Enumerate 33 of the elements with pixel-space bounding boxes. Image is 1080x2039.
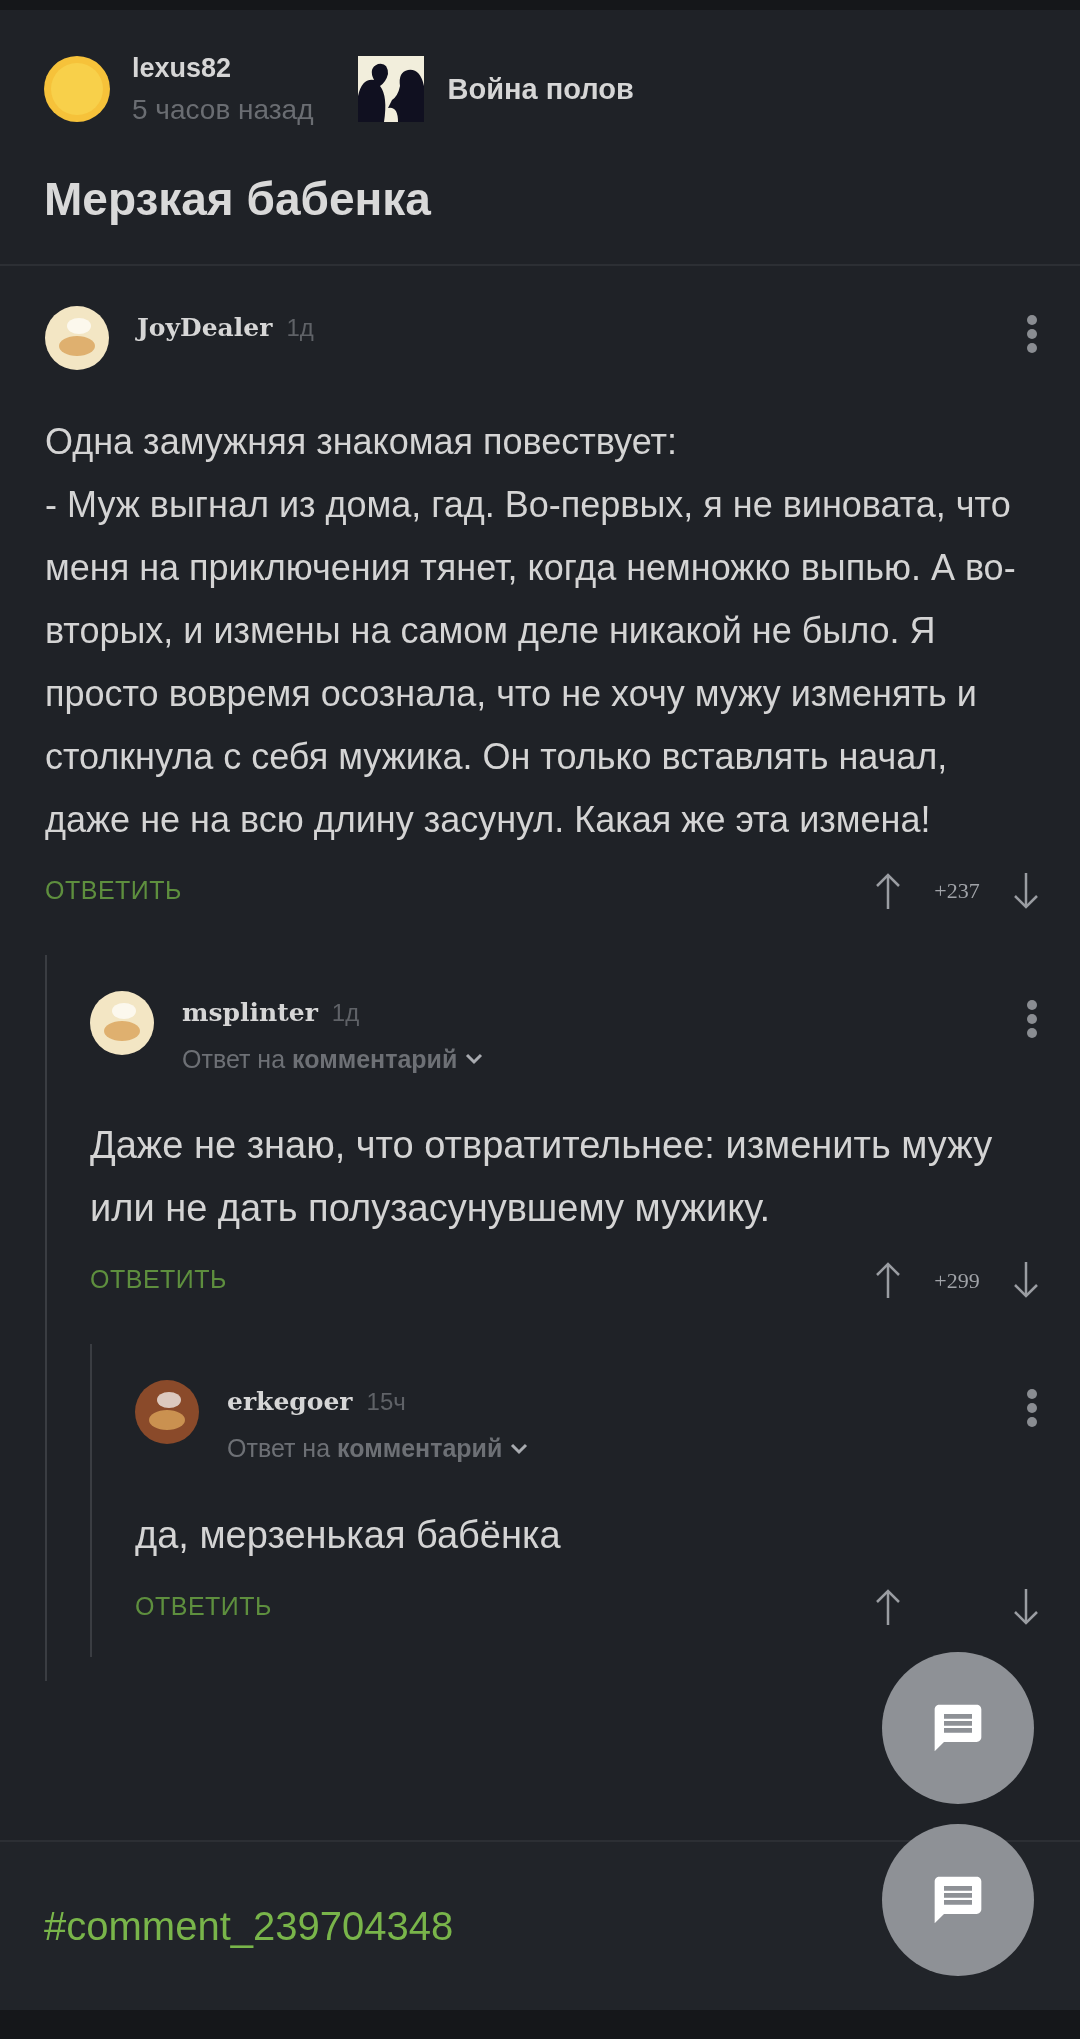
username[interactable]: msplinter bbox=[182, 993, 318, 1032]
comment-text: да, мерзенькая бабёнка bbox=[135, 1512, 562, 1558]
chevron-icon bbox=[510, 1442, 529, 1455]
post-title: Мерзкая бабенка bbox=[43, 171, 432, 227]
avatar bbox=[44, 56, 110, 123]
comment-time: 1д bbox=[331, 997, 360, 1028]
upvote-icon[interactable] bbox=[874, 1587, 902, 1626]
upvote-icon[interactable] bbox=[874, 871, 902, 910]
downvote-icon[interactable] bbox=[1012, 871, 1040, 910]
comment-time: 15ч bbox=[366, 1387, 406, 1417]
reply-to-link[interactable]: Ответ на комментарий bbox=[182, 1040, 1026, 1078]
downvote-icon[interactable] bbox=[1012, 1587, 1040, 1626]
username[interactable]: erkegoer bbox=[227, 1383, 353, 1421]
comment-text: Одна замужняя знакомая повествует: - Муж выгнал из дома, гад. Во-первых, я не виновата, что меня на приключения тянет, когда немножко выпью. А во-вторых, и измены на самом деле никакой не было. Я просто вовремя осознала, что не хочу мужу изменять и столкнула с себя мужика. Он только вставлять начал, даже не на всю длину засунул. Какая же эта измена! bbox=[45, 419, 1017, 842]
comment-time: 1д bbox=[286, 312, 314, 343]
reply-to-link[interactable]: Ответ на комментарий bbox=[227, 1430, 1026, 1468]
more-icon[interactable] bbox=[1026, 998, 1038, 1039]
downvote-icon[interactable] bbox=[1012, 1261, 1040, 1299]
reply-button[interactable]: ОТВЕТИТЬ bbox=[90, 1261, 227, 1299]
username[interactable]: JoyDealer bbox=[137, 308, 273, 347]
reply-button[interactable]: ОТВЕТИТЬ bbox=[45, 871, 182, 910]
vote-score: +299 bbox=[933, 1266, 981, 1295]
more-icon[interactable] bbox=[1026, 313, 1038, 354]
more-icon[interactable] bbox=[1026, 1388, 1038, 1428]
reply-button[interactable]: ОТВЕТИТЬ bbox=[135, 1587, 272, 1626]
community-name[interactable]: Война полов bbox=[447, 67, 634, 111]
upvote-icon[interactable] bbox=[874, 1261, 902, 1299]
vote-score: +237 bbox=[933, 877, 981, 905]
chevron-icon bbox=[465, 1053, 484, 1066]
comment-anchor-link[interactable]: #comment_239704348 bbox=[44, 1896, 454, 1956]
comment-text: Даже не знаю, что отвратительнее: изменить мужу или не дать полузасунувшему мужику. bbox=[90, 1123, 994, 1231]
author-name[interactable]: lexus82 bbox=[132, 48, 314, 89]
post-time: 5 часов назад bbox=[132, 92, 314, 127]
